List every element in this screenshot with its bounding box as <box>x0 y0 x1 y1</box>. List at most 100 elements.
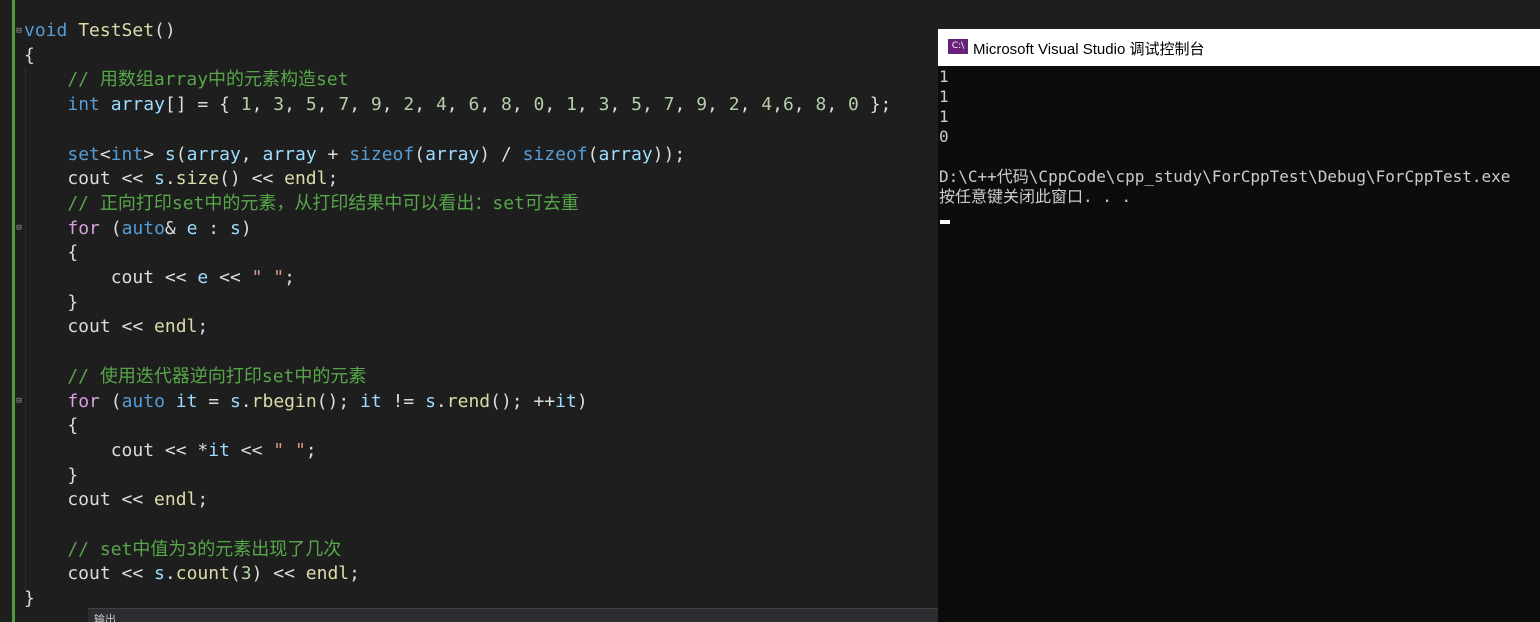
code-token: " " <box>251 267 285 288</box>
code-token: it <box>175 390 198 412</box>
code-line[interactable]: void TestSet() <box>24 19 176 43</box>
code-token: set <box>67 143 100 165</box>
code-line[interactable]: cout << endl; <box>24 488 208 512</box>
code-line[interactable]: } <box>24 464 78 488</box>
code-line[interactable]: { <box>24 241 78 265</box>
code-token: , <box>739 94 762 116</box>
code-line[interactable]: int array[] = { 1, 3, 5, 7, 9, 2, 4, 6, … <box>24 93 891 117</box>
code-token: , <box>316 94 339 116</box>
code-token: . <box>164 168 176 190</box>
code-line[interactable]: { <box>24 414 78 438</box>
code-line[interactable]: // 正向打印set中的元素，从打印结果中可以看出：set可去重 <box>24 192 579 216</box>
code-token: + <box>316 143 350 165</box>
code-line[interactable]: cout << e << " "; <box>24 266 295 290</box>
console-line: 1 <box>939 107 949 126</box>
code-token: e <box>186 217 198 239</box>
code-token: , <box>793 94 816 116</box>
code-token: != <box>381 390 426 412</box>
code-line[interactable]: for (auto it = s.rbegin(); it != s.rend(… <box>24 390 587 414</box>
code-token: [] = { <box>164 94 241 116</box>
code-token: cout << <box>24 563 155 585</box>
code-token: << <box>229 439 274 461</box>
console-line: 按任意键关闭此窗口. . . <box>939 187 1132 206</box>
fold-toggle-icon[interactable]: ⊟ <box>15 224 23 233</box>
code-token: ; <box>197 489 209 511</box>
code-token: { <box>24 44 35 66</box>
code-token: ; <box>305 439 317 461</box>
code-token: 5 <box>631 94 642 116</box>
code-line[interactable]: // 使用迭代器逆向打印set中的元素 <box>24 365 366 389</box>
code-token: 2 <box>403 94 415 116</box>
code-token: (); <box>316 390 361 412</box>
console-cursor <box>940 220 950 224</box>
code-editor[interactable]: ⊟ ⊟ ⊟ void TestSet(){ // 用数组array中的元素构造s… <box>0 0 938 622</box>
code-line[interactable]: } <box>24 587 35 611</box>
code-token: size <box>175 168 220 190</box>
fold-toggle-icon[interactable]: ⊟ <box>15 397 23 406</box>
code-line[interactable]: cout << *it << " "; <box>24 439 317 463</box>
code-token: // 使用迭代器逆向打印set中的元素 <box>24 365 367 387</box>
code-token: ( <box>229 563 241 585</box>
code-token: )); <box>652 143 686 165</box>
code-token: void <box>24 20 79 41</box>
code-token: // 正向打印set中的元素，从打印结果中可以看出：set可去重 <box>24 192 579 214</box>
console-line: 0 <box>939 127 949 146</box>
output-tab-label: 输出 <box>94 613 116 622</box>
code-token: s <box>154 563 165 585</box>
code-token: cout << <box>24 168 155 190</box>
code-line[interactable]: set<int> s(array, array + sizeof(array) … <box>24 143 685 167</box>
code-token: < <box>99 143 111 165</box>
code-token: , <box>544 94 567 116</box>
code-token: int <box>110 143 144 165</box>
output-panel-tab[interactable]: 输出 <box>88 608 938 622</box>
code-token: ) << <box>251 563 306 585</box>
console-line: D:\C++代码\CppCode\cpp_study\ForCppTest\De… <box>939 167 1511 186</box>
code-token: , <box>284 94 306 116</box>
code-token: , <box>641 94 664 116</box>
code-token: sizeof <box>522 143 588 165</box>
console-line: 1 <box>939 67 949 86</box>
code-token: 3 <box>273 94 285 116</box>
code-token: TestSet <box>78 20 155 41</box>
code-token: 6 <box>782 94 794 116</box>
code-line[interactable]: } <box>24 291 78 315</box>
code-token: 1 <box>566 94 577 116</box>
code-token: & <box>164 217 187 239</box>
fold-toggle-icon[interactable]: ⊟ <box>15 27 23 36</box>
code-line[interactable]: cout << s.count(3) << endl; <box>24 562 360 586</box>
code-token: 0 <box>848 94 859 116</box>
code-line[interactable]: for (auto& e : s) <box>24 217 251 241</box>
code-token: count <box>175 563 230 585</box>
code-token: 9 <box>696 94 708 116</box>
code-token: (); ++ <box>490 390 556 412</box>
code-token: 7 <box>338 94 350 116</box>
code-token: s <box>229 390 241 412</box>
code-line[interactable]: cout << endl; <box>24 315 208 339</box>
code-token: , <box>414 94 436 116</box>
code-token: sizeof <box>349 143 415 165</box>
code-token: array <box>598 143 653 165</box>
visual-studio-console-icon: C:\ <box>948 39 968 54</box>
code-token: 4 <box>761 94 773 116</box>
code-token: array <box>262 143 317 165</box>
code-token: s <box>164 143 176 165</box>
code-line[interactable]: cout << s.size() << endl; <box>24 167 338 191</box>
code-token: e <box>197 267 209 288</box>
code-token: , <box>674 94 697 116</box>
code-line[interactable]: { <box>24 44 35 68</box>
code-token: , <box>609 94 632 116</box>
code-token: , <box>707 94 729 116</box>
debug-console-window[interactable]: C:\ Microsoft Visual Studio 调试控制台 1 1 1 0 D:… <box>938 29 1540 622</box>
code-token: auto <box>121 217 165 239</box>
code-token: cout << <box>24 267 198 288</box>
code-token: int <box>67 94 111 116</box>
code-token: cout << <box>24 489 155 511</box>
code-line[interactable]: // 用数组array中的元素构造set <box>24 68 348 92</box>
console-title-bar[interactable]: C:\ Microsoft Visual Studio 调试控制台 <box>938 29 1540 66</box>
code-token: s <box>154 168 165 190</box>
console-line: 1 <box>939 87 949 106</box>
code-line[interactable]: // set中值为3的元素出现了几次 <box>24 538 341 562</box>
code-token: ( <box>414 143 426 165</box>
code-token: 9 <box>370 94 382 116</box>
